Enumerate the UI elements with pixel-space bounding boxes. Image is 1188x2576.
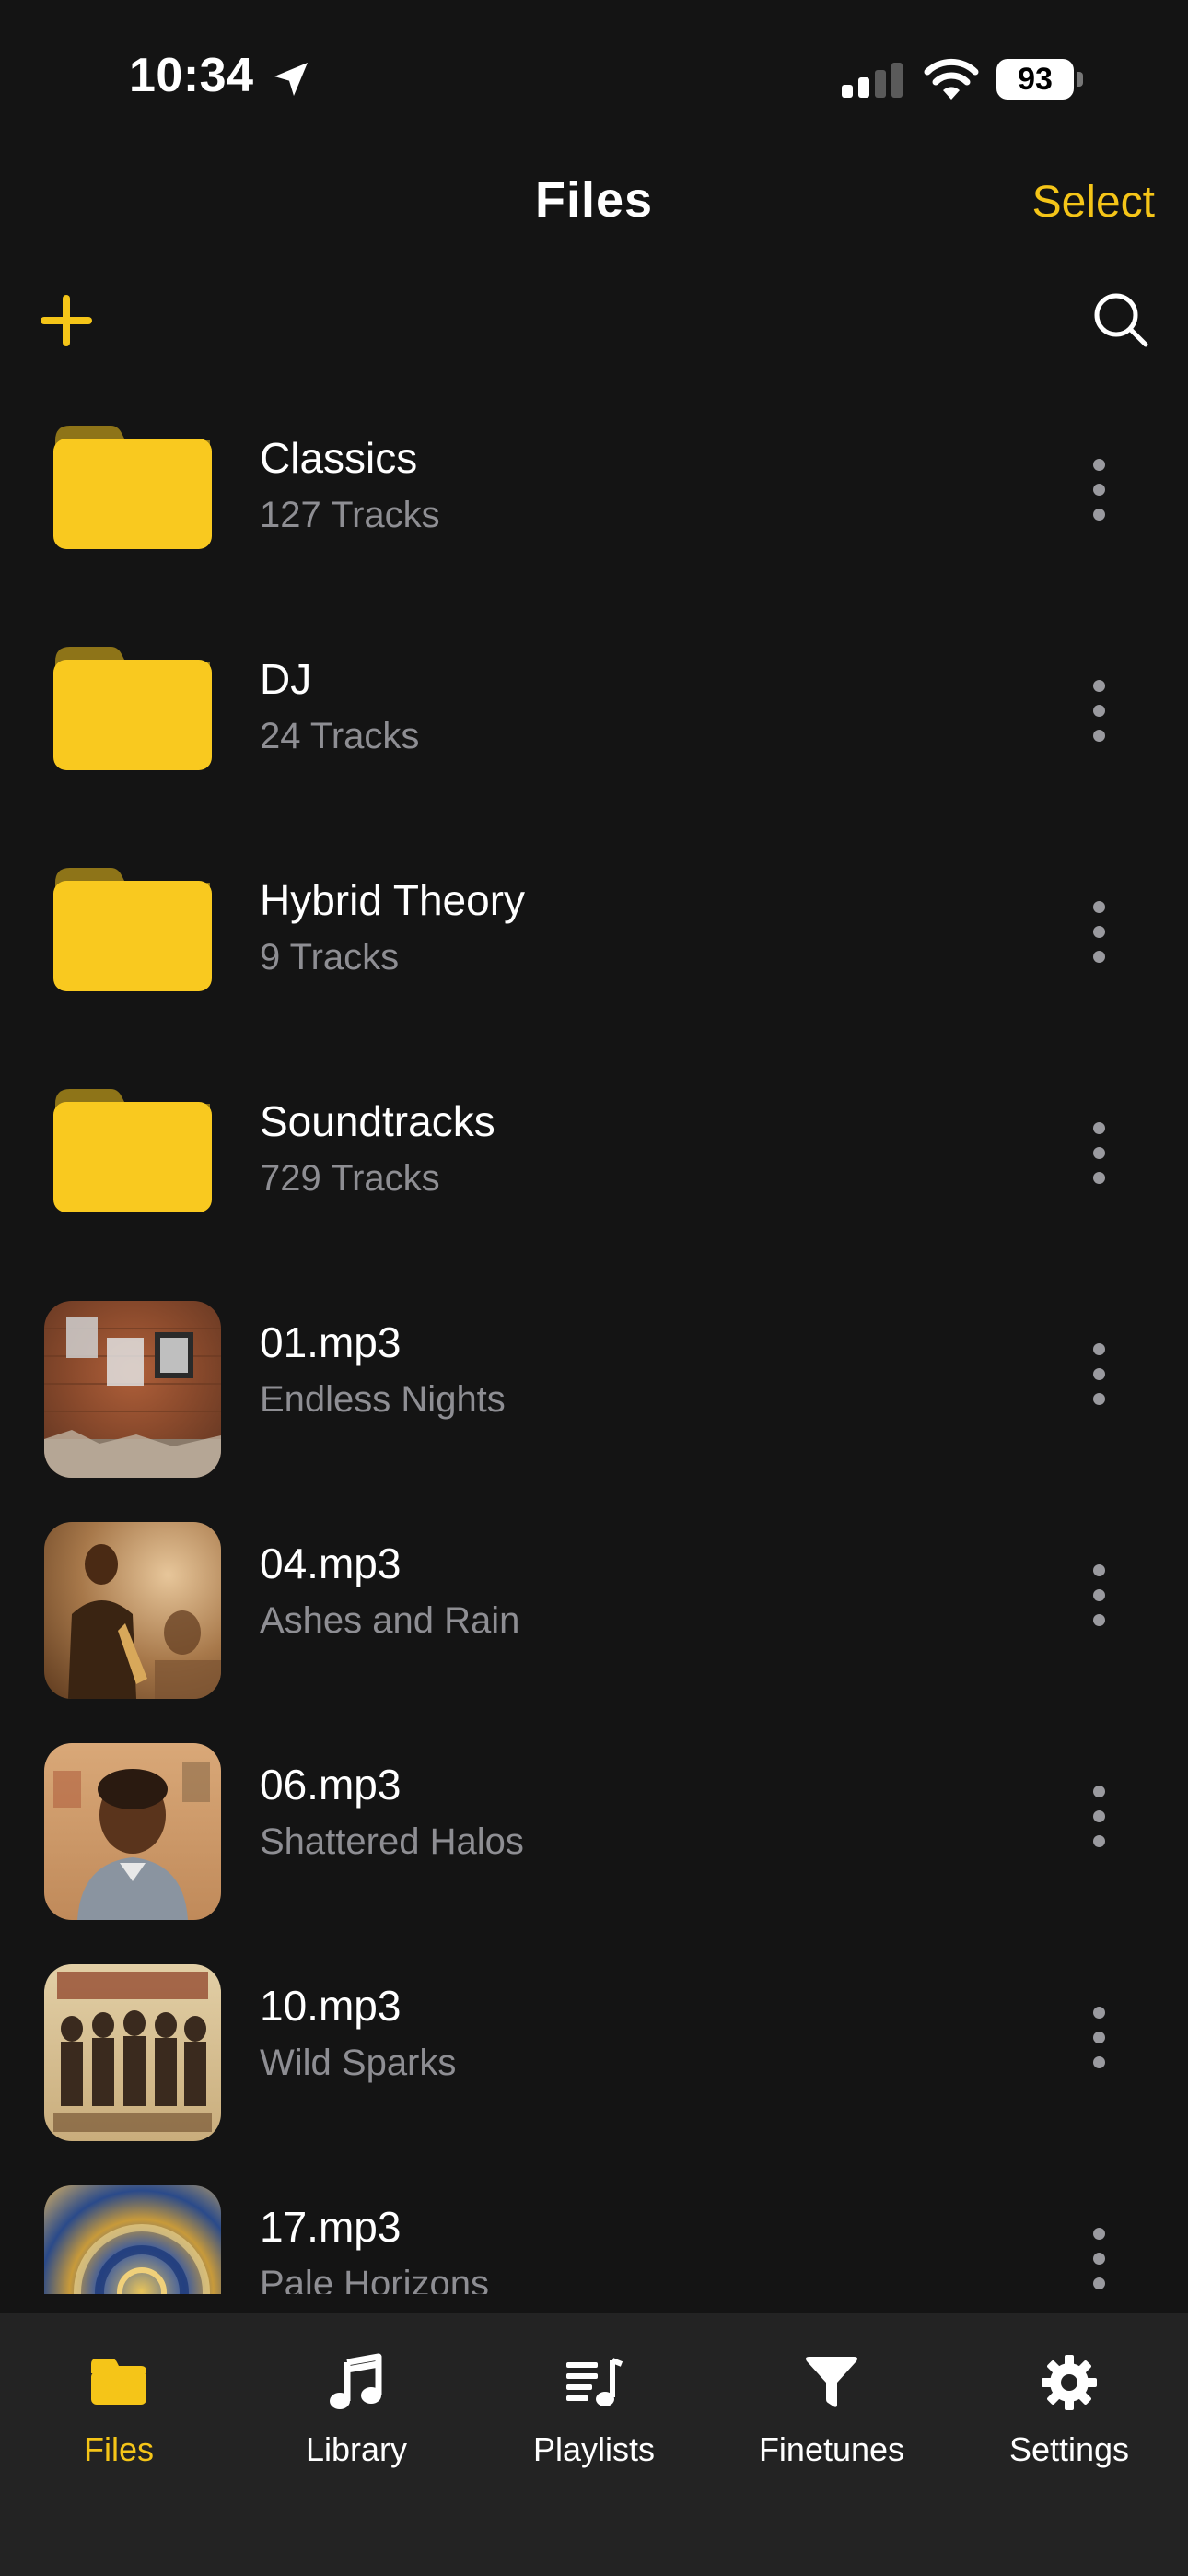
tab-playlists[interactable]: Playlists <box>475 2313 713 2497</box>
item-subtitle: Ashes and Rain <box>260 1600 520 1641</box>
folder-icon <box>53 1089 212 1212</box>
more-options-icon[interactable] <box>1074 1780 1125 1854</box>
item-subtitle: Pale Horizons <box>260 2264 490 2294</box>
more-options-icon[interactable] <box>1074 2001 1125 2075</box>
status-time: 10:34 <box>129 49 254 102</box>
more-options-icon[interactable] <box>1074 453 1125 527</box>
more-options-icon[interactable] <box>1074 1338 1125 1411</box>
item-subtitle: Shattered Halos <box>260 1821 524 1862</box>
folder-icon <box>53 647 212 770</box>
page-title: Files <box>534 172 654 228</box>
more-options-icon[interactable] <box>1074 896 1125 969</box>
item-title: 17.mp3 <box>260 2203 402 2251</box>
tab-settings[interactable]: Settings <box>950 2313 1188 2497</box>
more-options-icon[interactable] <box>1074 674 1125 748</box>
tab-label: Finetunes <box>758 2430 905 2468</box>
list-item-track[interactable]: 17.mp3 Pale Horizons <box>0 2147 1188 2294</box>
list-item-track[interactable]: 06.mp3 Shattered Halos <box>0 1704 1188 1926</box>
album-art <box>44 1964 221 2141</box>
more-options-icon[interactable] <box>1074 1117 1125 1190</box>
item-title: 04.mp3 <box>260 1540 402 1587</box>
list-item-folder[interactable]: DJ 24 Tracks <box>0 599 1188 820</box>
item-title: 01.mp3 <box>260 1318 402 1366</box>
item-title: Classics <box>260 434 418 482</box>
item-title: 10.mp3 <box>260 1982 402 2030</box>
item-subtitle: Endless Nights <box>260 1379 506 1420</box>
search-icon[interactable] <box>1092 291 1149 348</box>
album-art <box>44 1301 221 1478</box>
tab-library[interactable]: Library <box>238 2313 475 2497</box>
folder-icon <box>91 2359 146 2405</box>
item-title: 06.mp3 <box>260 1761 402 1809</box>
funnel-icon <box>806 2357 857 2407</box>
item-title: DJ <box>260 655 312 703</box>
folder-icon <box>53 868 212 991</box>
tab-label: Files <box>83 2430 154 2468</box>
list-item-folder[interactable]: Soundtracks 729 Tracks <box>0 1041 1188 1262</box>
tab-files[interactable]: Files <box>0 2313 238 2497</box>
item-subtitle: 24 Tracks <box>260 716 420 756</box>
item-subtitle: 9 Tracks <box>260 937 400 978</box>
list-item-folder[interactable]: Classics 127 Tracks <box>0 378 1188 599</box>
tab-bar: Files Library Playlists Finetunes Settin… <box>0 2313 1188 2576</box>
select-button[interactable]: Select <box>1032 177 1155 228</box>
battery-level: 93 <box>1018 62 1053 97</box>
file-list[interactable]: Classics 127 Tracks DJ 24 Tracks Hybrid … <box>0 378 1188 2294</box>
list-item-track[interactable]: 10.mp3 Wild Sparks <box>0 1926 1188 2147</box>
list-item-track[interactable]: 04.mp3 Ashes and Rain <box>0 1483 1188 1704</box>
item-title: Soundtracks <box>260 1097 495 1145</box>
list-item-track[interactable]: 01.mp3 Endless Nights <box>0 1262 1188 1483</box>
item-title: Hybrid Theory <box>260 876 526 924</box>
tab-label: Library <box>305 2430 408 2468</box>
album-art <box>44 2185 221 2294</box>
battery-icon: 93 <box>996 59 1083 100</box>
album-art <box>44 1743 221 1920</box>
item-subtitle: 127 Tracks <box>260 495 440 535</box>
item-subtitle: 729 Tracks <box>260 1158 440 1199</box>
tab-label: Playlists <box>532 2430 656 2468</box>
music-note-icon <box>330 2353 382 2409</box>
wifi-icon <box>924 58 979 100</box>
tab-label: Settings <box>1008 2430 1130 2468</box>
cellular-signal-icon <box>842 63 903 98</box>
album-art <box>44 1522 221 1699</box>
gear-icon <box>1042 2355 1097 2410</box>
folder-icon <box>53 426 212 549</box>
add-icon[interactable] <box>37 291 96 350</box>
list-item-folder[interactable]: Hybrid Theory 9 Tracks <box>0 820 1188 1041</box>
tab-finetunes[interactable]: Finetunes <box>713 2313 950 2497</box>
more-options-icon[interactable] <box>1074 1559 1125 1633</box>
playlist-icon <box>566 2358 623 2406</box>
item-subtitle: Wild Sparks <box>260 2043 457 2083</box>
more-options-icon[interactable] <box>1074 2222 1125 2294</box>
location-arrow-icon <box>274 63 308 96</box>
status-bar: 10:34 93 <box>0 0 1188 157</box>
